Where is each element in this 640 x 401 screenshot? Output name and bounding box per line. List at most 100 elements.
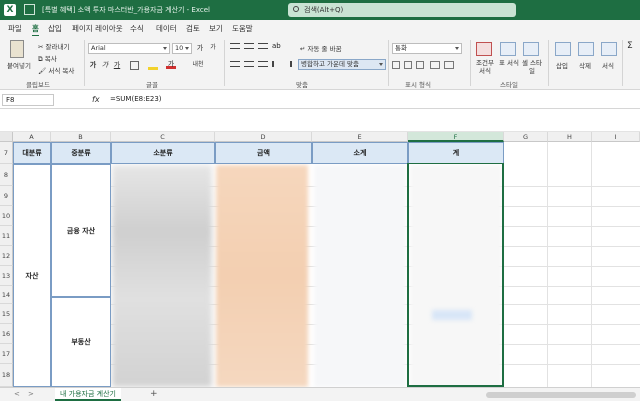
align-left-icon[interactable] <box>230 61 240 67</box>
merged-cell-real-estate[interactable]: 부동산 <box>51 297 111 387</box>
decrease-decimal-icon[interactable] <box>444 61 454 69</box>
horizontal-scrollbar[interactable] <box>486 392 636 398</box>
sheet-tab-calculator[interactable]: 내 가용자금 계산기 <box>55 388 121 401</box>
tab-home[interactable]: 홈 <box>32 23 39 37</box>
percent-icon[interactable] <box>404 61 412 69</box>
wrap-text-button[interactable]: ↵ 자동 줄 바꿈 <box>300 43 342 53</box>
italic-button[interactable]: 가 <box>100 60 110 70</box>
search-box[interactable]: 검색(Alt+Q) <box>288 3 516 17</box>
tab-insert[interactable]: 삽입 <box>48 23 62 34</box>
copy-button[interactable]: ⧉ 복사 <box>38 53 57 64</box>
underline-button[interactable]: 가 <box>112 60 122 70</box>
align-middle-icon[interactable] <box>244 43 254 49</box>
number-format-combo[interactable]: 통화 <box>392 43 462 54</box>
tab-review[interactable]: 검토 <box>186 23 200 34</box>
align-right-icon[interactable] <box>258 61 268 67</box>
tab-file[interactable]: 파일 <box>8 23 22 34</box>
select-all-corner[interactable] <box>0 132 13 142</box>
font-size-combo[interactable]: 10 <box>172 43 192 54</box>
insert-cells-icon[interactable] <box>555 42 571 56</box>
row-header[interactable]: 7 <box>0 142 13 164</box>
table-format-button[interactable]: 표 서식 <box>498 59 520 67</box>
column-header-f[interactable]: F <box>408 132 504 142</box>
fx-icon[interactable]: fx <box>92 95 100 104</box>
delete-cells-icon[interactable] <box>578 42 594 56</box>
conditional-format-button[interactable]: 조건부 서식 <box>474 59 496 75</box>
header-major-category[interactable]: 대분류 <box>13 142 51 164</box>
decrease-indent-icon[interactable] <box>272 61 280 67</box>
row-header[interactable]: 10 <box>0 206 13 226</box>
bold-button[interactable]: 가 <box>88 60 98 70</box>
tab-help[interactable]: 도움말 <box>232 23 253 34</box>
row-header[interactable]: 14 <box>0 286 13 304</box>
active-cell-selection[interactable] <box>407 163 504 387</box>
format-painter-button[interactable]: 🖌 서식 복사 <box>38 65 74 75</box>
row-header[interactable]: 8 <box>0 164 13 186</box>
paste-icon[interactable] <box>10 40 24 58</box>
font-name-combo[interactable]: Arial <box>88 43 170 54</box>
column-header-a[interactable]: A <box>13 132 51 142</box>
column-header-d[interactable]: D <box>215 132 312 142</box>
chevron-down-icon <box>379 63 383 66</box>
fill-color-icon[interactable] <box>148 61 158 70</box>
row-header[interactable]: 17 <box>0 344 13 364</box>
table-format-icon[interactable] <box>500 42 516 56</box>
row-header[interactable]: 12 <box>0 246 13 266</box>
header-sub-category[interactable]: 소분류 <box>111 142 215 164</box>
row-header[interactable]: 9 <box>0 186 13 206</box>
currency-icon[interactable] <box>392 61 400 69</box>
next-sheet-button[interactable]: > <box>28 390 34 398</box>
orientation-icon[interactable]: ab <box>272 42 284 50</box>
row-header[interactable]: 11 <box>0 226 13 246</box>
cell-styles-button[interactable]: 셀 스타일 <box>520 59 544 75</box>
row-header[interactable]: 13 <box>0 266 13 286</box>
column-header-h[interactable]: H <box>548 132 592 142</box>
cut-button[interactable]: ✂ 잘라내기 <box>38 41 69 51</box>
merged-cell-major-asset[interactable]: 자산 <box>13 164 51 387</box>
insert-cells-button[interactable]: 삽입 <box>556 60 568 70</box>
prev-sheet-button[interactable]: < <box>14 390 20 398</box>
tab-formulas[interactable]: 수식 <box>130 23 144 34</box>
merged-cell-financial-asset[interactable]: 금융 자산 <box>51 164 111 297</box>
header-subtotal[interactable]: 소계 <box>312 142 408 164</box>
align-bottom-icon[interactable] <box>258 43 268 49</box>
format-cells-button[interactable]: 서식 <box>602 60 614 70</box>
increase-indent-icon[interactable] <box>284 61 292 67</box>
comma-icon[interactable] <box>416 61 424 69</box>
column-header-c[interactable]: C <box>111 132 215 142</box>
paste-button[interactable]: 붙여넣기 <box>7 60 31 70</box>
header-total[interactable]: 계 <box>408 142 504 164</box>
ribbon-separator <box>470 40 471 86</box>
format-cells-icon[interactable] <box>601 42 617 56</box>
font-color-button[interactable]: 가 <box>166 59 176 69</box>
pinyin-button[interactable]: 내천 <box>190 60 206 70</box>
tab-page-layout[interactable]: 페이지 레이아웃 <box>72 23 123 34</box>
row-header[interactable]: 16 <box>0 324 13 344</box>
save-icon[interactable] <box>24 4 35 15</box>
tab-data[interactable]: 데이터 <box>156 23 177 34</box>
header-mid-category[interactable]: 중분류 <box>51 142 111 164</box>
row-header[interactable]: 15 <box>0 304 13 324</box>
align-center-icon[interactable] <box>244 61 254 67</box>
increase-decimal-icon[interactable] <box>430 61 440 69</box>
column-header-i[interactable]: I <box>592 132 640 142</box>
delete-cells-button[interactable]: 삭제 <box>579 60 591 70</box>
add-sheet-button[interactable]: + <box>150 389 158 399</box>
name-box[interactable]: F8 <box>2 94 54 106</box>
cell-styles-icon[interactable] <box>523 42 539 56</box>
borders-icon[interactable] <box>130 61 139 70</box>
shrink-font-button[interactable]: 가 <box>208 43 218 53</box>
align-top-icon[interactable] <box>230 43 240 49</box>
column-header-b[interactable]: B <box>51 132 111 142</box>
header-amount[interactable]: 금액 <box>215 142 312 164</box>
grow-font-button[interactable]: 가 <box>195 43 205 53</box>
merge-center-button[interactable]: 병합하고 가운데 맞춤 <box>298 59 386 70</box>
column-header-e[interactable]: E <box>312 132 408 142</box>
formula-input[interactable]: =SUM(E8:E23) <box>110 95 162 103</box>
row-header[interactable]: 18 <box>0 364 13 387</box>
conditional-format-icon[interactable] <box>476 42 492 56</box>
ribbon-tabs: 파일 홈 삽입 페이지 레이아웃 수식 데이터 검토 보기 도움말 <box>0 20 640 37</box>
column-header-g[interactable]: G <box>504 132 548 142</box>
tab-view[interactable]: 보기 <box>209 23 223 34</box>
autosum-button[interactable]: Σ <box>627 41 633 51</box>
